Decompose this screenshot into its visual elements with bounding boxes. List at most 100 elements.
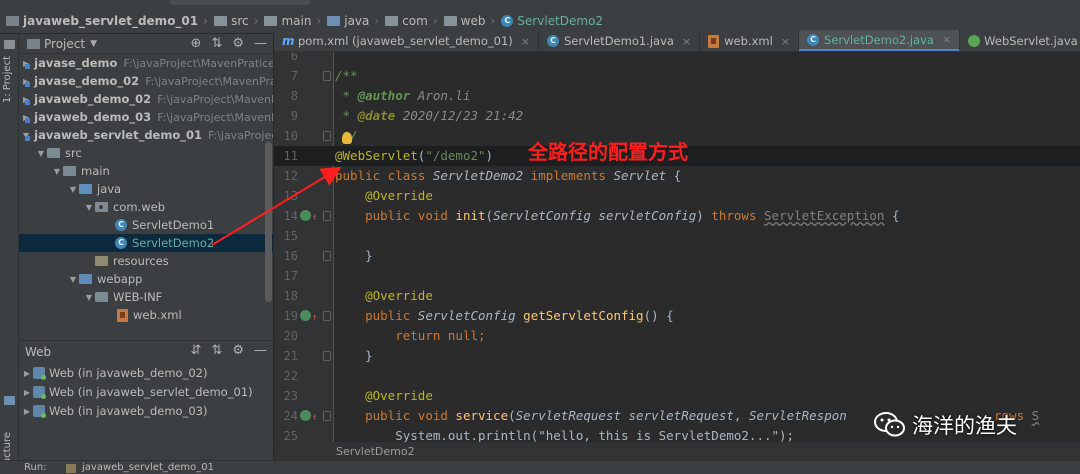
class-icon: C	[547, 35, 559, 47]
fold-icon[interactable]	[323, 211, 331, 221]
folder-icon	[47, 148, 60, 158]
tree-item-javaweb-servlet-demo-01[interactable]: ▼javaweb_servlet_demo_01F:\javaProject\	[19, 126, 273, 144]
close-icon[interactable]: ×	[521, 35, 530, 48]
tab-pom-xml[interactable]: m pom.xml (javaweb_servlet_demo_01) ×	[274, 30, 539, 51]
source-folder-icon	[327, 16, 341, 26]
code-line: 14 ↑ public void init(ServletConfig servl…	[274, 206, 1080, 226]
run-config-name[interactable]: javaweb_servlet_demo_01	[82, 462, 214, 473]
collapse-arrow-icon[interactable]: ▼	[35, 149, 47, 158]
web-panel-header: Web ⇵ ⇅ ⚙ —	[19, 340, 273, 362]
tree-item-servletdemo2[interactable]: C ServletDemo2	[19, 234, 273, 252]
package-icon	[443, 16, 457, 26]
package-icon	[95, 202, 108, 212]
tree-item-javase-demo-02[interactable]: ▶ javase_demo_02 F:\javaProject\MavenPrati	[19, 72, 273, 90]
code-line: 22	[283, 369, 298, 383]
tree-item-javase-demo[interactable]: ▶ javase_demo F:\javaProject\MavenPratice	[19, 54, 273, 72]
structure-tool-icon	[4, 396, 15, 405]
tree-item-web-xml[interactable]: web.xml	[19, 306, 273, 324]
folder-icon	[63, 166, 76, 176]
project-view-selector[interactable]: Project	[44, 37, 85, 51]
collapse-arrow-icon[interactable]: ▼	[67, 275, 79, 284]
hide-icon[interactable]: —	[254, 36, 267, 51]
breadcrumb-java[interactable]: java ›	[327, 14, 385, 28]
close-icon[interactable]: ×	[781, 35, 790, 48]
expand-arrow-icon[interactable]: ▶	[21, 407, 33, 416]
code-line: 8 * @author Aron.li	[290, 88, 471, 103]
navigation-bar: javaweb_servlet_demo_01 › src › main › java…	[0, 0, 1080, 34]
web-item-javaweb-demo-02[interactable]: ▶ Web (in javaweb_demo_02)	[19, 364, 273, 382]
breadcrumb-src[interactable]: src ›	[214, 14, 264, 28]
breadcrumb-main[interactable]: main ›	[264, 14, 327, 28]
resources-folder-icon	[95, 256, 108, 266]
locate-icon[interactable]: ⊕	[191, 36, 202, 51]
tree-item-web-inf[interactable]: ▼ WEB-INF	[19, 288, 273, 306]
tree-item-servletdemo1[interactable]: C ServletDemo1	[19, 216, 273, 234]
tree-item-webapp[interactable]: ▼ webapp	[19, 270, 273, 288]
fold-icon[interactable]	[323, 71, 331, 81]
tree-item-src[interactable]: ▼ src	[19, 144, 273, 162]
collapse-icon[interactable]: ⇅	[211, 36, 222, 51]
tab-servletdemo2[interactable]: C ServletDemo2.java ×	[799, 30, 961, 51]
project-tree: ▶ javase_demo F:\javaProject\MavenPratice …	[19, 54, 273, 340]
fold-icon[interactable]	[323, 131, 331, 141]
xml-file-icon	[117, 308, 128, 322]
lightbulb-icon[interactable]	[342, 132, 352, 144]
collapse-arrow-icon[interactable]: ▼	[83, 293, 95, 302]
code-line: 7/**	[290, 68, 358, 83]
code-line: 16 }	[283, 248, 373, 263]
breadcrumb-project[interactable]: javaweb_servlet_demo_01 ›	[6, 14, 214, 28]
project-tool-tab[interactable]: 1: Project	[2, 56, 13, 103]
toolbar-remnant	[170, 0, 310, 5]
collapse-arrow-icon[interactable]: ▼	[83, 203, 95, 212]
hide-icon[interactable]: —	[254, 343, 267, 358]
tab-web-xml[interactable]: web.xml ×	[700, 30, 800, 51]
web-item-javaweb-demo-03[interactable]: ▶ Web (in javaweb_demo_03)	[19, 402, 273, 420]
fold-icon[interactable]	[323, 411, 331, 421]
collapse-all-icon[interactable]: ⇅	[211, 343, 222, 358]
web-item-javaweb-servlet-demo-01[interactable]: ▶ Web (in javaweb_servlet_demo_01)	[19, 383, 273, 401]
expand-arrow-icon[interactable]: ▶	[21, 369, 33, 378]
code-line: 18 @Override	[283, 288, 433, 303]
breadcrumb-servletdemo2[interactable]: C ServletDemo2	[501, 14, 603, 28]
fold-icon[interactable]	[323, 251, 331, 261]
tree-item-javaweb-demo-02[interactable]: ▶ javaweb_demo_02 F:\javaProject\MavenP	[19, 90, 273, 108]
editor-tab-bar: m pom.xml (javaweb_servlet_demo_01) × C Ser…	[274, 30, 1080, 52]
implements-marker-icon[interactable]	[300, 310, 311, 321]
bottom-tool-bar: Run: javaweb_servlet_demo_01	[0, 460, 1080, 474]
gear-icon[interactable]: ⚙	[232, 36, 244, 51]
tree-item-com-web[interactable]: ▼ com.web	[19, 198, 273, 216]
close-icon[interactable]: ×	[942, 33, 951, 46]
project-scrollbar[interactable]	[265, 142, 272, 302]
fold-icon[interactable]	[323, 351, 331, 361]
tree-item-java[interactable]: ▼ java	[19, 180, 273, 198]
web-tree: ▶ Web (in javaweb_demo_02) ▶ Web (in javaw…	[19, 362, 273, 460]
collapse-arrow-icon[interactable]: ▼	[51, 167, 63, 176]
run-tool-label[interactable]: Run:	[24, 462, 47, 473]
editor-breadcrumb[interactable]: ServletDemo2	[274, 442, 1080, 460]
close-icon[interactable]: ×	[682, 35, 691, 48]
tab-servletdemo1[interactable]: C ServletDemo1.java ×	[539, 30, 701, 51]
web-panel-title: Web	[25, 344, 52, 359]
gear-icon[interactable]: ⚙	[232, 343, 244, 358]
watermark: 海洋的渔夫	[874, 410, 1017, 440]
implements-marker-icon[interactable]	[300, 210, 311, 221]
override-arrow-icon: ↑	[312, 413, 318, 423]
watermark-text: 海洋的渔夫	[912, 414, 1017, 438]
code-editor[interactable]: 6 7/** 8 * @author Aron.li 9 * @date 202…	[274, 52, 1080, 442]
fold-icon[interactable]	[323, 311, 331, 321]
expand-all-icon[interactable]: ⇵	[191, 343, 202, 358]
tree-item-resources[interactable]: resources	[19, 252, 273, 270]
breadcrumb-web[interactable]: web ›	[443, 14, 502, 28]
tab-webservlet[interactable]: WebServlet.java×	[960, 30, 1080, 51]
class-icon: C	[115, 237, 127, 249]
class-icon: C	[115, 219, 127, 231]
chevron-down-icon[interactable]: ▼	[90, 39, 97, 49]
implements-marker-icon[interactable]	[300, 410, 311, 421]
code-line: 15	[283, 229, 298, 243]
class-icon: C	[807, 33, 820, 46]
breadcrumb-com[interactable]: com ›	[385, 14, 443, 28]
collapse-arrow-icon[interactable]: ▼	[67, 185, 79, 194]
tree-item-main[interactable]: ▼ main	[19, 162, 273, 180]
expand-arrow-icon[interactable]: ▶	[21, 388, 33, 397]
tree-item-javaweb-demo-03[interactable]: ▶ javaweb_demo_03 F:\javaProject\MavenP	[19, 108, 273, 126]
